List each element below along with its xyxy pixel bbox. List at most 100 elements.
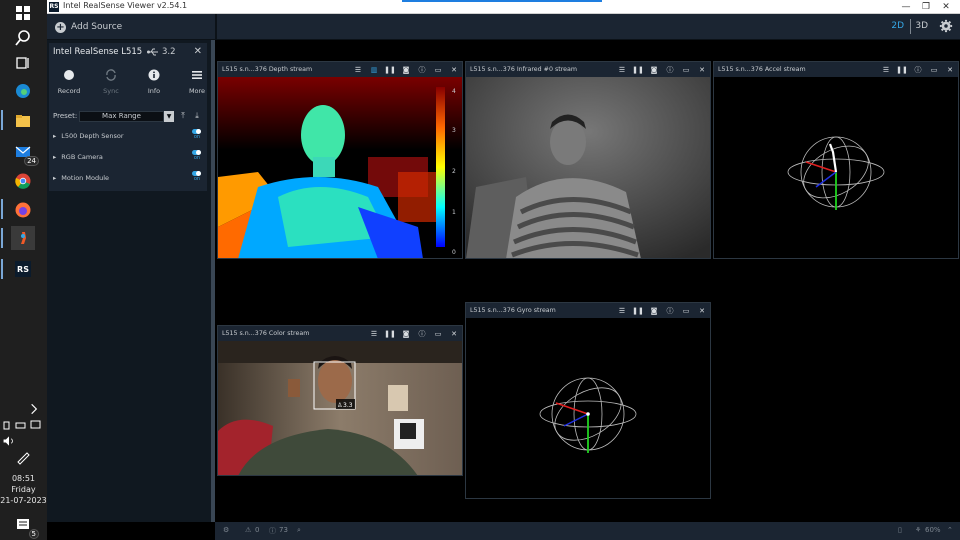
infrared-image bbox=[466, 77, 710, 258]
info-small-icon[interactable]: ⓘ bbox=[269, 526, 276, 536]
scale-tick: 4 bbox=[452, 88, 456, 95]
search-log-icon[interactable]: ⌕ bbox=[297, 526, 301, 535]
close-icon[interactable]: ✕ bbox=[694, 307, 710, 315]
depth-sensor-toggle[interactable]: on bbox=[192, 129, 202, 140]
active-app-indicator bbox=[1, 228, 3, 248]
scale-tick: 2 bbox=[452, 168, 456, 175]
close-device-icon[interactable]: ✕ bbox=[194, 46, 202, 57]
sync-button[interactable]: Sync bbox=[91, 67, 131, 95]
info-label: Info bbox=[147, 87, 161, 95]
scale-tick: 3 bbox=[452, 127, 456, 134]
warning-icon[interactable]: ⚠ bbox=[245, 526, 251, 534]
add-source-button[interactable]: + Add Source bbox=[55, 20, 122, 34]
info-icon[interactable]: ⓘ bbox=[414, 65, 430, 75]
clock-time[interactable]: 08:51 bbox=[0, 473, 47, 484]
maximize-icon[interactable]: ▭ bbox=[430, 330, 446, 338]
usb-indicator: 3.2 bbox=[147, 47, 176, 57]
list-icon[interactable]: ☰ bbox=[878, 66, 894, 74]
collapse-log-icon[interactable]: ⌃ bbox=[947, 526, 953, 534]
stream-title: L515 s.n...376 Depth stream bbox=[222, 66, 313, 73]
maximize-icon[interactable]: ▭ bbox=[678, 307, 694, 315]
list-icon[interactable]: ☰ bbox=[350, 66, 366, 74]
window-title: Intel RealSense Viewer v2.54.1 bbox=[63, 1, 188, 10]
gyro-visualization bbox=[466, 318, 710, 498]
minimize-button[interactable]: — bbox=[896, 1, 916, 13]
stream-title: L515 s.n...376 Gyro stream bbox=[470, 307, 556, 314]
list-icon[interactable]: ☰ bbox=[614, 66, 630, 74]
stream-header: L515 s.n...376 Depth stream ☰ ▥ ❚❚ ◙ ⓘ ▭… bbox=[218, 62, 462, 77]
task-view-icon[interactable] bbox=[11, 52, 35, 74]
camera-icon[interactable]: ◙ bbox=[646, 66, 662, 74]
info-icon[interactable]: ⓘ bbox=[662, 306, 678, 316]
stream-header: L515 s.n...376 Color stream ☰ ❚❚ ◙ ⓘ ▭ ✕ bbox=[218, 326, 462, 341]
expand-arrow-icon[interactable]: ▸ bbox=[53, 132, 56, 140]
toolbar-divider bbox=[215, 14, 217, 40]
notification-icon[interactable]: 5 bbox=[11, 514, 39, 539]
firefox-icon[interactable] bbox=[11, 199, 35, 221]
active-app-indicator bbox=[1, 259, 3, 279]
maximize-icon[interactable]: ▭ bbox=[678, 66, 694, 74]
pen-icon[interactable] bbox=[11, 446, 35, 468]
info-button[interactable]: Info bbox=[134, 67, 174, 95]
preset-select[interactable]: Max Range bbox=[79, 111, 164, 122]
pause-icon[interactable]: ❚❚ bbox=[894, 66, 910, 74]
sensor-label: L500 Depth Sensor bbox=[61, 132, 124, 140]
info-icon[interactable]: ⓘ bbox=[662, 65, 678, 75]
edge-icon[interactable] bbox=[11, 80, 35, 102]
mail-icon[interactable]: 24 bbox=[11, 141, 39, 166]
expand-arrow-icon[interactable]: ▸ bbox=[53, 153, 56, 161]
info-icon[interactable]: ⓘ bbox=[910, 65, 926, 75]
camera-icon[interactable]: ◙ bbox=[398, 330, 414, 338]
maximize-icon[interactable]: ▭ bbox=[430, 66, 446, 74]
device-name: Intel RealSense L515 bbox=[53, 47, 143, 57]
panel-splitter[interactable] bbox=[211, 40, 215, 522]
list-icon[interactable]: ☰ bbox=[366, 330, 382, 338]
camera-icon[interactable]: ◙ bbox=[398, 66, 414, 74]
chevron-down-icon[interactable]: ▼ bbox=[164, 111, 174, 122]
sensor-motion[interactable]: ▸ Motion Module bbox=[53, 174, 109, 182]
depth-color-scale bbox=[436, 87, 445, 247]
expand-arrow-icon[interactable]: ▸ bbox=[53, 174, 56, 182]
sensor-rgb[interactable]: ▸ RGB Camera bbox=[53, 153, 103, 161]
chrome-icon[interactable] bbox=[11, 170, 35, 192]
maximize-button[interactable]: ❐ bbox=[916, 1, 936, 13]
info-icon[interactable]: ⓘ bbox=[414, 329, 430, 339]
search-icon[interactable] bbox=[11, 27, 35, 49]
mode-2d-toggle[interactable]: 2D bbox=[891, 21, 904, 31]
z-axis-line bbox=[563, 413, 589, 427]
close-icon[interactable]: ✕ bbox=[446, 330, 462, 338]
pause-icon[interactable]: ❚❚ bbox=[630, 307, 646, 315]
pause-icon[interactable]: ❚❚ bbox=[630, 66, 646, 74]
download-preset-icon[interactable]: ⤓ bbox=[192, 111, 202, 122]
chart-icon[interactable]: ▥ bbox=[366, 66, 382, 74]
mail-badge: 24 bbox=[24, 156, 39, 166]
sensor-depth[interactable]: ▸ L500 Depth Sensor bbox=[53, 132, 124, 140]
color-stream-window: L515 s.n...376 Color stream ☰ ❚❚ ◙ ⓘ ▭ ✕… bbox=[217, 325, 463, 476]
maximize-icon[interactable]: ▭ bbox=[926, 66, 942, 74]
pause-icon[interactable]: ❚❚ bbox=[382, 66, 398, 74]
accel-stream-window: L515 s.n...376 Accel stream ☰ ❚❚ ⓘ ▭ ✕ bbox=[713, 61, 959, 259]
settings-small-icon[interactable]: ⚙ bbox=[223, 526, 229, 534]
list-icon[interactable]: ☰ bbox=[614, 307, 630, 315]
rgb-sensor-toggle[interactable]: on bbox=[192, 150, 202, 161]
camera-icon[interactable]: ◙ bbox=[646, 307, 662, 315]
gear-icon[interactable] bbox=[939, 19, 953, 33]
realsense-viewer-icon[interactable]: RS bbox=[11, 258, 35, 280]
record-button[interactable]: Record bbox=[49, 67, 89, 95]
close-window-button[interactable]: ✕ bbox=[936, 1, 956, 13]
sync-icon bbox=[106, 69, 116, 81]
upload-preset-icon[interactable]: ⤒ bbox=[178, 111, 188, 122]
close-icon[interactable]: ✕ bbox=[942, 66, 958, 74]
infrared-stream-window: L515 s.n...376 Infrared #0 stream ☰ ❚❚ ◙… bbox=[465, 61, 711, 259]
stream-title: L515 s.n...376 Accel stream bbox=[718, 66, 806, 73]
pause-icon[interactable]: ❚❚ bbox=[382, 330, 398, 338]
stream-header: L515 s.n...376 Accel stream ☰ ❚❚ ⓘ ▭ ✕ bbox=[714, 62, 958, 77]
mode-3d-toggle[interactable]: 3D bbox=[915, 21, 928, 31]
realsense-app-icon[interactable] bbox=[11, 226, 35, 250]
file-explorer-icon[interactable] bbox=[11, 110, 35, 132]
close-icon[interactable]: ✕ bbox=[694, 66, 710, 74]
windows-start-icon[interactable] bbox=[11, 2, 35, 24]
close-icon[interactable]: ✕ bbox=[446, 66, 462, 74]
trash-icon[interactable]: ▯ bbox=[898, 526, 902, 534]
motion-sensor-toggle[interactable]: on bbox=[192, 171, 202, 182]
